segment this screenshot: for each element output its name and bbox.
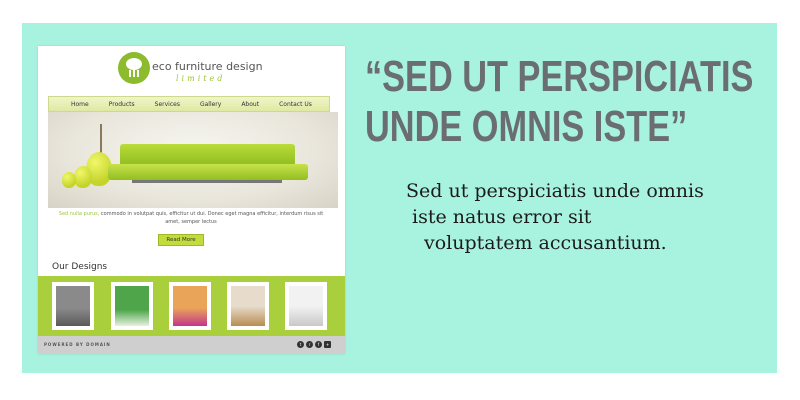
design-thumbnail[interactable] <box>227 282 269 330</box>
body-line-2: iste natus error sit <box>412 206 592 228</box>
quote-heading: “SED UT PERSPICIATIS UNDE OMNIS ISTE” <box>365 52 754 152</box>
designs-heading: Our Designs <box>52 262 108 272</box>
footer: POWERED BY DOMAIN t r f + <box>38 336 345 354</box>
logo-subtitle: limited <box>176 74 226 83</box>
nav-item-gallery[interactable]: Gallery <box>200 101 221 108</box>
website-mockup: eco furniture design limited Home Produc… <box>38 46 345 354</box>
design-image <box>289 286 323 326</box>
footer-text: POWERED BY DOMAIN <box>44 342 111 347</box>
hero-paragraph: Sed nulla purus, commodo in volutpat qui… <box>56 210 326 226</box>
share-icon[interactable]: + <box>324 341 331 348</box>
plant-stem <box>100 124 102 154</box>
quote-line-1: “SED UT PERSPICIATIS <box>365 52 754 101</box>
facebook-icon[interactable]: f <box>315 341 322 348</box>
designs-strip <box>38 276 345 336</box>
hero-image <box>48 112 338 208</box>
logo-title: eco furniture design <box>152 60 263 73</box>
nav-item-contact[interactable]: Contact Us <box>279 101 312 108</box>
vase <box>62 172 76 188</box>
design-image <box>56 286 90 326</box>
nav-item-home[interactable]: Home <box>71 101 89 108</box>
nav-item-about[interactable]: About <box>241 101 259 108</box>
nav-item-products[interactable]: Products <box>109 101 135 108</box>
logo[interactable]: eco furniture design limited <box>118 52 268 88</box>
quote-line-2: UNDE OMNIS ISTE” <box>365 102 688 151</box>
sofa-back <box>120 144 295 166</box>
body-line-1: Sed ut perspiciatis unde omnis <box>406 180 704 202</box>
hero-highlight: Sed nulla purus, <box>58 211 100 217</box>
sofa-legs <box>132 180 282 183</box>
nav-bar: Home Products Services Gallery About Con… <box>48 96 330 112</box>
design-thumbnail[interactable] <box>52 282 94 330</box>
sofa-seat <box>108 164 308 180</box>
read-more-button[interactable]: Read More <box>158 234 204 246</box>
twitter-icon[interactable]: t <box>297 341 304 348</box>
design-thumbnail[interactable] <box>169 282 211 330</box>
vase <box>74 166 92 188</box>
nav-item-services[interactable]: Services <box>155 101 180 108</box>
design-thumbnail[interactable] <box>111 282 153 330</box>
rss-icon[interactable]: r <box>306 341 313 348</box>
tree-icon <box>118 52 150 84</box>
body-line-3: voluptatem accusantium. <box>424 232 667 254</box>
design-image <box>173 286 207 326</box>
design-thumbnail[interactable] <box>285 282 327 330</box>
hero-text: commodo in volutpat quis, efficitur ut d… <box>100 211 324 225</box>
design-image <box>231 286 265 326</box>
design-image <box>115 286 149 326</box>
